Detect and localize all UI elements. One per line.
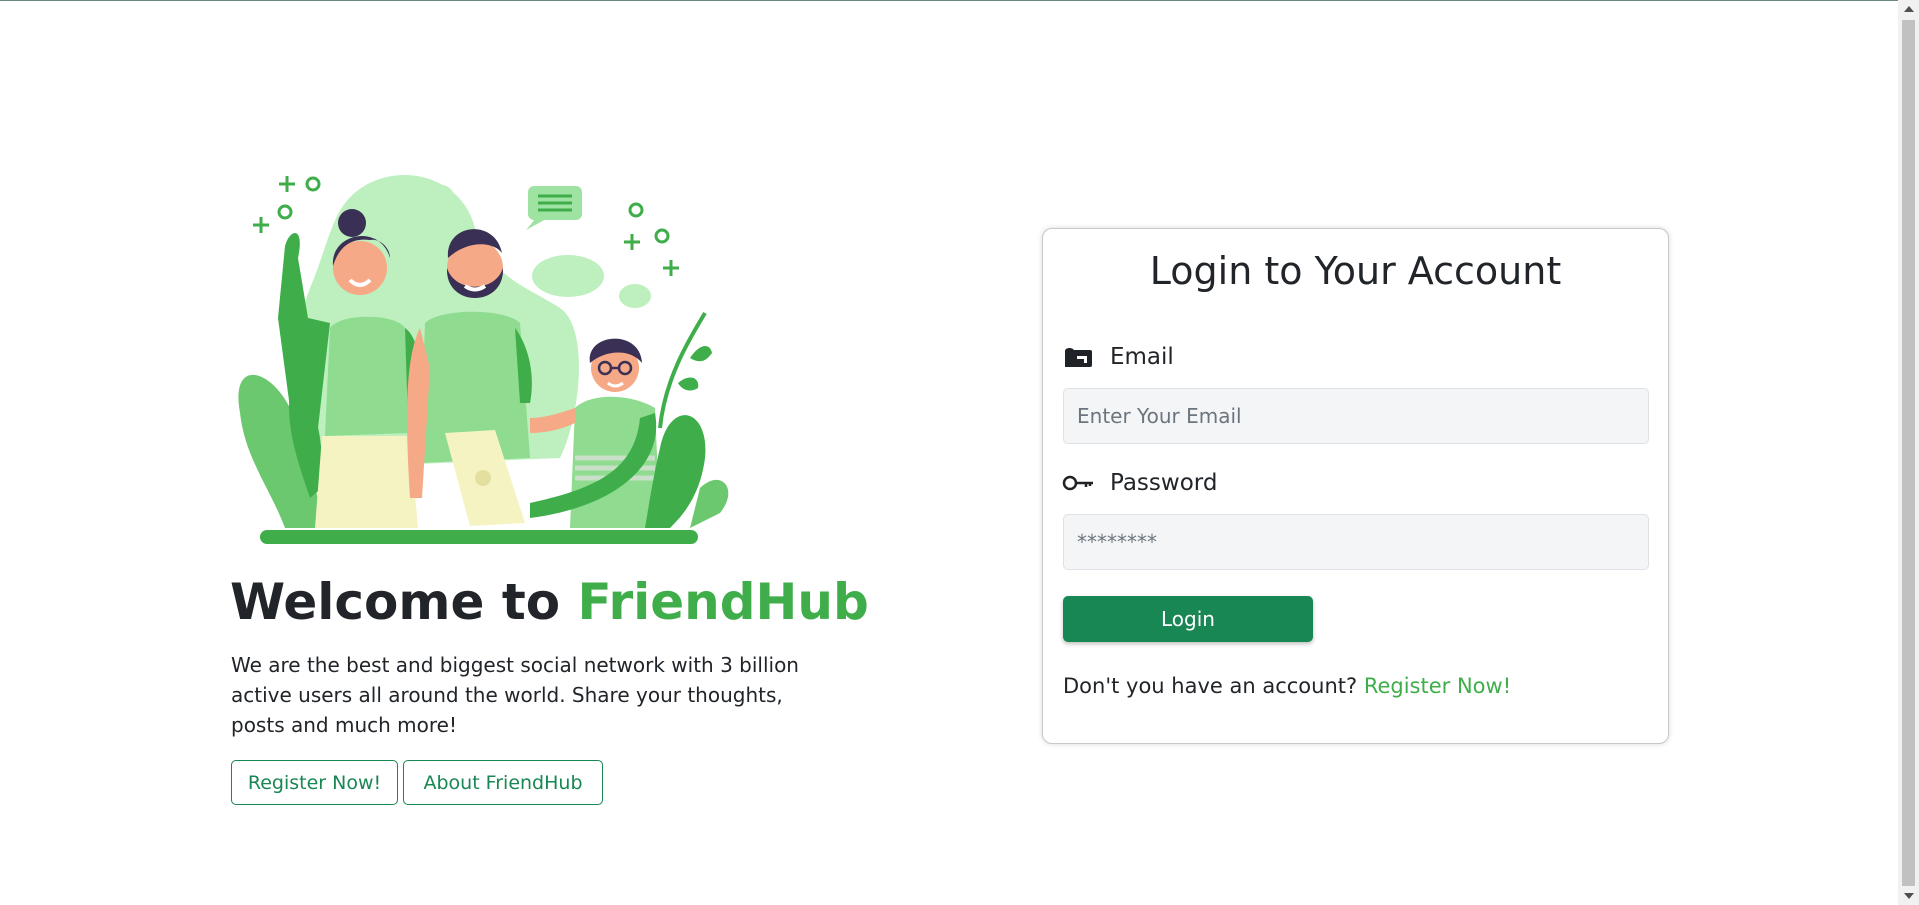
signup-prompt: Don't you have an account? — [1063, 674, 1358, 698]
brand-name: FriendHub — [577, 573, 869, 631]
welcome-heading: Welcome to FriendHub — [230, 572, 869, 632]
welcome-description: We are the best and biggest social netwo… — [231, 653, 799, 737]
signup-prompt-line: Don't you have an account? Register Now! — [1063, 674, 1511, 698]
top-border — [0, 0, 1919, 1]
email-label: Email — [1110, 344, 1174, 370]
vertical-scrollbar[interactable] — [1898, 0, 1919, 905]
mailbox-icon — [1062, 345, 1096, 369]
scroll-down-arrow-icon[interactable] — [1904, 893, 1914, 899]
login-title: Login to Your Account — [1149, 249, 1562, 293]
password-input[interactable] — [1063, 514, 1649, 570]
scroll-up-arrow-icon[interactable] — [1904, 6, 1914, 12]
welcome-prefix: Welcome to — [230, 573, 578, 631]
signup-link[interactable]: Register Now! — [1364, 674, 1511, 698]
scrollbar-thumb[interactable] — [1902, 20, 1915, 886]
hero-illustration — [238, 175, 729, 544]
key-icon — [1062, 471, 1096, 495]
hero-register-button[interactable]: Register Now! — [231, 760, 398, 805]
password-label-row: Password — [1062, 467, 1217, 499]
login-button[interactable]: Login — [1063, 596, 1313, 642]
email-input[interactable] — [1063, 388, 1649, 444]
password-label: Password — [1110, 470, 1218, 496]
about-button[interactable]: About FriendHub — [403, 760, 603, 805]
email-label-row: Email — [1062, 341, 1174, 373]
